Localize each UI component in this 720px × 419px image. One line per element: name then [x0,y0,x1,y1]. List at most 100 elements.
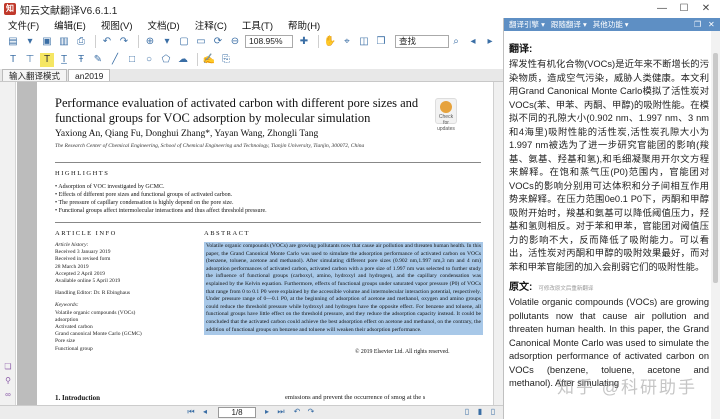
abstract-selected-text[interactable]: Volatile organic compounds (VOCs) are gr… [204,242,483,336]
menu-edit[interactable]: 编辑(E) [54,18,86,32]
info-line: Available online 5 April 2019 [55,278,121,285]
callout-icon[interactable]: ⊤ [23,53,37,67]
document-scrollbar[interactable] [493,82,503,405]
page-number-input[interactable]: 1/8 [218,407,256,418]
document-tabs: 输入翻译模式 an2019 [0,69,503,82]
info-line: 28 March 2019 [55,263,89,270]
text-annotation-icon[interactable]: T [6,53,20,67]
rotate-icon[interactable]: ⟳ [211,34,225,48]
info-line: Volatile organic compounds (VOCs) [55,309,136,316]
list-item: • Adsorption of VOC investigated by GCMC… [55,184,165,190]
search-next-icon[interactable]: ▸ [483,34,497,48]
check-updates-badge[interactable]: Check for updates [435,98,457,132]
underline-icon[interactable]: T̲ [57,53,71,67]
search-prev-icon[interactable]: ◂ [466,34,480,48]
highlight-icon[interactable]: T [40,52,54,67]
zoom-in-icon[interactable]: ✚ [297,34,311,48]
zoom-level-input[interactable]: 108.95% [245,34,293,48]
info-line: Received in revised form [55,256,111,263]
redo-icon[interactable]: ↷ [117,34,131,48]
back-icon[interactable]: ↶ [292,407,302,417]
menu-file[interactable]: 文件(F) [8,18,39,32]
zoom-icon[interactable]: ⊕ [143,34,157,48]
stamp-icon[interactable]: ⎘ [219,53,233,67]
continuous-icon[interactable]: ▮ [475,407,485,417]
paper-affiliation: The Research Center of Chemical Engineer… [55,143,365,149]
info-line: Handling Editor: Dr. R Ebinghaus [55,290,131,297]
tab-translate-mode[interactable]: 输入翻译模式 [2,69,68,81]
left-rail: ❏ ⚲ ∞ [0,82,16,419]
badge-label: Check for updates [437,114,455,132]
maximize-button[interactable]: ☐ [674,0,694,18]
translation-heading: 翻译: [509,44,533,55]
info-line: Keywords: [55,302,79,309]
attachment-icon[interactable]: ⚲ [3,376,13,386]
fit-width-icon[interactable]: ▭ [194,34,208,48]
hand-tool-icon[interactable]: ✋ [323,34,337,48]
ellipse-icon[interactable]: ○ [142,53,156,67]
search-input[interactable]: 查找 [395,34,449,48]
translation-toolbar: 翻译引擎 ▾ 跟随翻译 ▾ 其他功能 ▾ ❐ ✕ [504,18,720,31]
article-info-heading: ARTICLE INFO [55,230,117,237]
line-icon[interactable]: ╱ [108,53,122,67]
divider [55,222,481,223]
cloud-icon[interactable]: ☁ [176,53,190,67]
pen-icon[interactable]: ✎ [91,53,105,67]
tab-document[interactable]: an2019 [68,69,111,81]
dropdown-icon[interactable]: ▾ [23,34,37,48]
save-icon[interactable]: ▣ [40,34,54,48]
highlights-heading: HIGHLIGHTS [55,170,110,177]
fit-page-icon[interactable]: ▢ [177,34,191,48]
rectangle-icon[interactable]: □ [125,53,139,67]
chevron-down-icon[interactable]: ▾ [160,34,174,48]
menu-document[interactable]: 文档(D) [147,18,179,32]
info-line: adsorption [55,316,79,323]
other-functions-dropdown[interactable]: 其他功能 ▾ [593,19,629,30]
strikeout-icon[interactable]: Ŧ [74,53,88,67]
link-icon[interactable]: ∞ [3,390,13,400]
annotation-toolbar: T ⊤ T T̲ Ŧ ✎ ╱ □ ○ ⬠ ☁ ✍ ⎘ [0,51,503,68]
first-page-icon[interactable]: ⏮ [186,407,196,417]
info-line: Grand canonical Monte Carlo (GCMC) [55,331,142,338]
last-page-icon[interactable]: ⏭ [276,407,286,417]
follow-translate-dropdown[interactable]: 跟随翻译 ▾ [551,19,587,30]
engine-dropdown[interactable]: 翻译引擎 ▾ [509,19,545,30]
save-all-icon[interactable]: ▥ [57,34,71,48]
close-panel-icon[interactable]: ✕ [708,18,715,31]
print-icon[interactable]: ⎙ [74,34,88,48]
search-icon[interactable]: ⌕ [449,34,463,48]
menu-view[interactable]: 视图(V) [101,18,133,32]
close-button[interactable]: ✕ [696,0,716,18]
translation-scrollbar[interactable] [711,31,720,419]
bookmark-icon[interactable]: ❒ [374,34,388,48]
facing-icon[interactable]: ▯ [488,407,498,417]
minimize-button[interactable]: — [652,0,672,18]
scrollbar-thumb[interactable] [713,53,718,283]
intro-heading: 1. Introduction [55,394,100,402]
next-page-icon[interactable]: ▸ [262,407,272,417]
note-icon[interactable]: ✍ [202,53,216,67]
menu-help[interactable]: 帮助(H) [288,18,320,32]
paper-title: Performance evaluation of activated carb… [55,96,419,125]
restore-icon[interactable]: ❐ [694,18,701,31]
polygon-icon[interactable]: ⬠ [159,53,173,67]
prev-page-icon[interactable]: ◂ [200,407,210,417]
forward-icon[interactable]: ↷ [306,407,316,417]
open-folder-icon[interactable]: ▤ [6,34,20,48]
document-view[interactable]: Performance evaluation of activated carb… [17,82,503,405]
menu-bar: 文件(F) 编辑(E) 视图(V) 文档(D) 注释(C) 工具(T) 帮助(H… [0,18,503,32]
divider [95,34,96,48]
pages-icon[interactable]: ❏ [3,362,13,372]
main-toolbar: ▤ ▾ ▣ ▥ ⎙ ↶ ↷ ⊕ ▾ ▢ ▭ ⟳ ⊖ 108.95% ✚ ✋ ⌖ … [0,32,503,50]
menu-tools[interactable]: 工具(T) [242,18,273,32]
menu-comment[interactable]: 注释(C) [195,18,227,32]
single-page-icon[interactable]: ▯ [462,407,472,417]
app-icon: 知 [4,3,16,15]
undo-icon[interactable]: ↶ [100,34,114,48]
divider [197,53,198,66]
badge-icon [440,101,452,113]
select-tool-icon[interactable]: ⌖ [340,34,354,48]
translation-text[interactable]: 挥发性有机化合物(VOCs)是近年来不断增长的污染物质，造成空气污染，威胁人类健… [509,58,709,274]
zoom-out-icon[interactable]: ⊖ [228,34,242,48]
snapshot-icon[interactable]: ◫ [357,34,371,48]
